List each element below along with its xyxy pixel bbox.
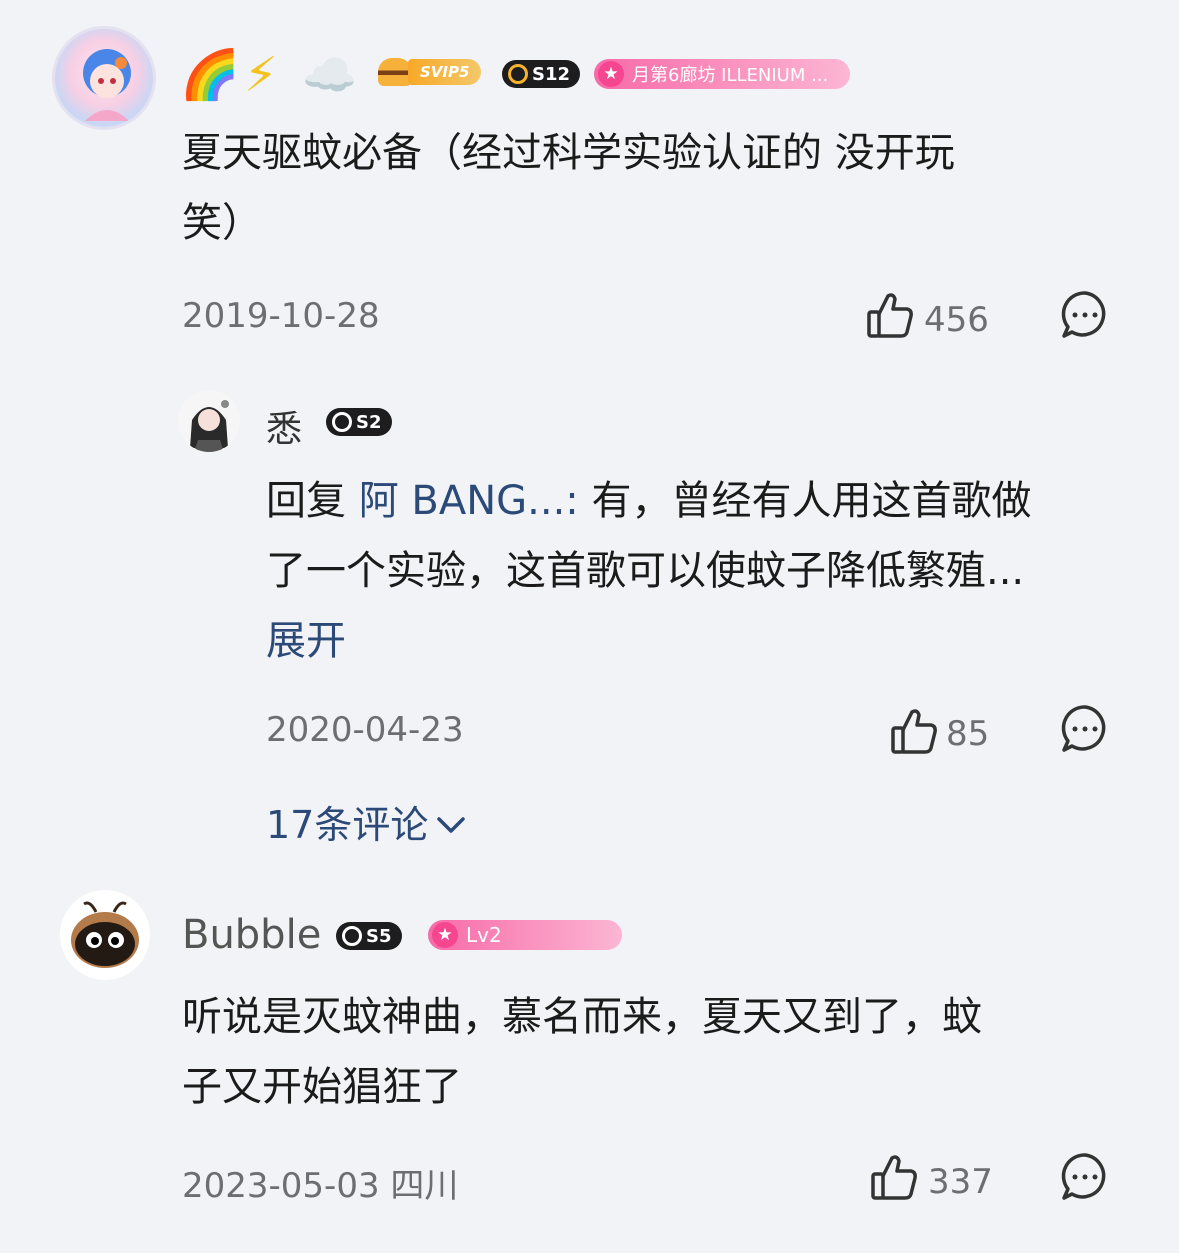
- emoji-cloud: ☁️: [302, 50, 357, 101]
- season-badge: S5: [336, 922, 402, 950]
- more-replies-link[interactable]: 17条评论: [266, 794, 466, 849]
- like-count: 456: [924, 300, 989, 340]
- emoji-rainbow: 🌈: [180, 47, 240, 103]
- comment-text: 夏天驱蚊必备（经过科学实验认证的 没开玩 笑）: [182, 130, 955, 246]
- reply-user-avatar[interactable]: [178, 390, 240, 452]
- comment-date: 2019-10-28: [182, 296, 380, 336]
- burger-icon: [378, 58, 412, 86]
- star-icon: ★: [598, 61, 624, 87]
- comment-bubble-icon[interactable]: [1060, 290, 1110, 340]
- o-icon: [342, 926, 362, 946]
- star-icon: ★: [432, 922, 458, 948]
- like-count: 337: [928, 1162, 993, 1202]
- username[interactable]: Bubble: [182, 912, 321, 958]
- reply-username[interactable]: 悉: [266, 400, 302, 452]
- emoji-lightning: ⚡: [244, 47, 278, 103]
- like-count: 85: [946, 714, 990, 754]
- level-medal-badge[interactable]: ★ Lv2: [428, 920, 622, 950]
- thumb-up-icon[interactable]: [890, 706, 938, 756]
- season-badge: S12: [502, 60, 581, 88]
- thumb-up-icon[interactable]: [866, 290, 914, 340]
- o-icon: [332, 412, 352, 432]
- season-badge: S2: [326, 408, 392, 436]
- comment-date: 2023-05-03 四川: [182, 1166, 459, 1206]
- thumb-up-icon[interactable]: [870, 1152, 918, 1202]
- vip-badge: SVIP5: [378, 58, 482, 86]
- o-icon: [508, 64, 528, 84]
- reply-date: 2020-04-23: [266, 710, 464, 750]
- comment-bubble-icon[interactable]: [1060, 704, 1110, 754]
- reply-text: 回复 阿 BANG...: 有，曾经有人用这首歌做 了一个实验，这首歌可以使蚊子…: [266, 466, 1126, 676]
- user-avatar[interactable]: [52, 26, 156, 130]
- user-avatar[interactable]: [60, 890, 150, 980]
- expand-link[interactable]: 展开: [266, 606, 1126, 676]
- comment-text: 听说是灭蚊神曲，慕名而来，夏天又到了，蚊 子又开始猖狂了: [182, 994, 982, 1110]
- comment-bubble-icon[interactable]: [1060, 1152, 1110, 1202]
- fan-medal-badge[interactable]: ★ 月第6廊坊 ILLENIUM ...: [594, 59, 850, 89]
- reply-mention-link[interactable]: 阿 BANG...:: [359, 478, 579, 524]
- chevron-down-icon: [436, 800, 466, 844]
